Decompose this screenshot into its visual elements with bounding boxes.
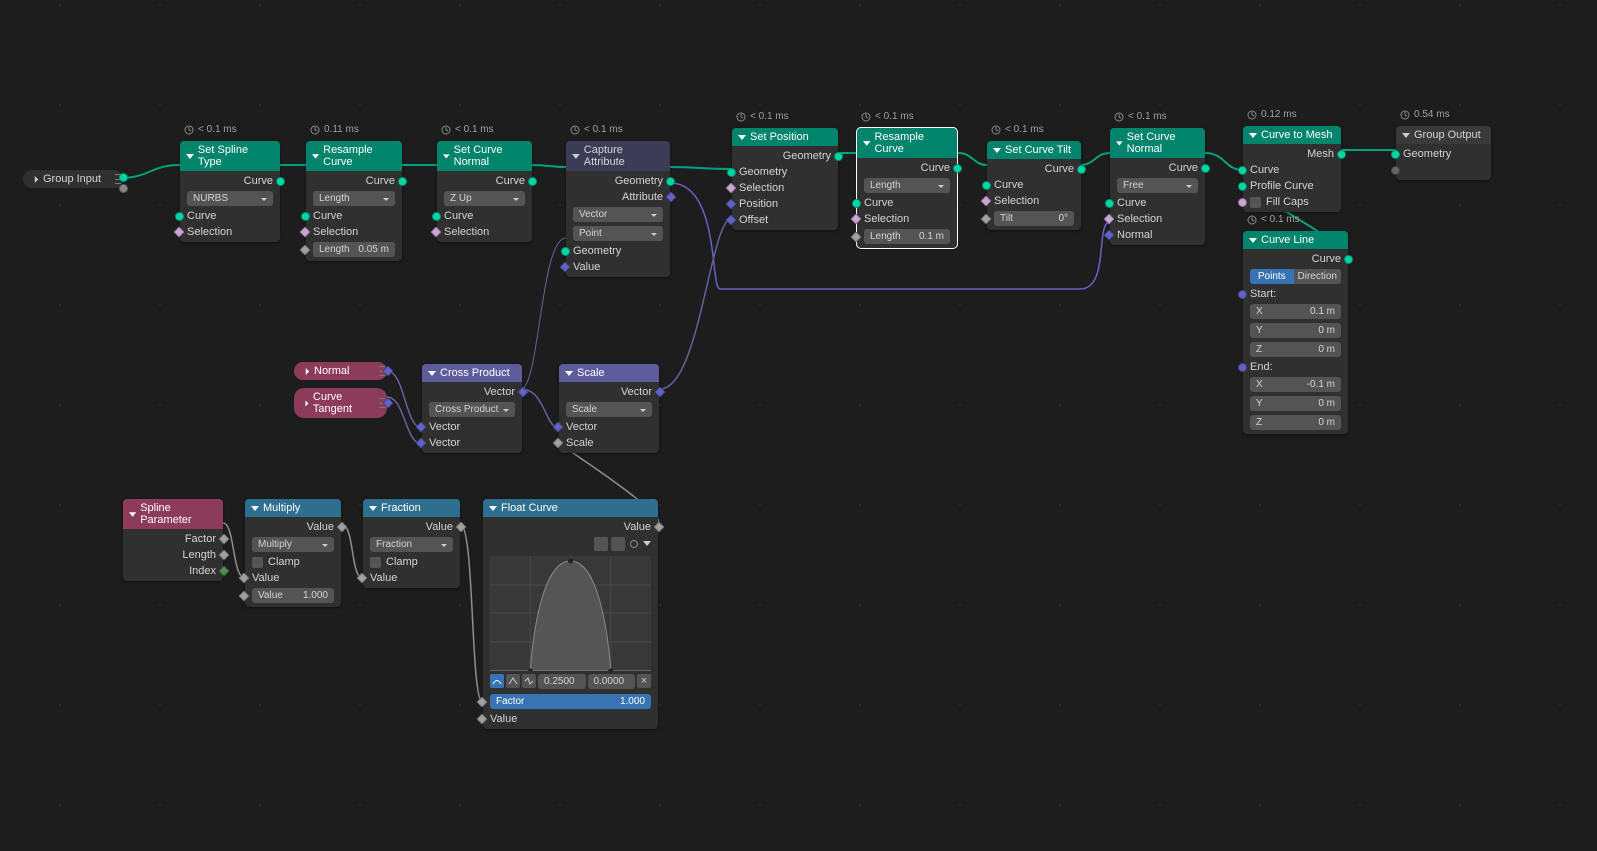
node-scale[interactable]: Scale Vector Scale Vector Scale	[559, 364, 659, 453]
mode-dropdown[interactable]: Length	[864, 178, 950, 193]
node-set-curve-normal-2[interactable]: < 0.1 ms Set Curve Normal Curve Free Cur…	[1110, 128, 1205, 245]
clamp-checkbox[interactable]	[252, 557, 263, 568]
node-fraction[interactable]: Fraction Value Fraction Clamp Value	[363, 499, 460, 588]
type-dropdown[interactable]: NURBS	[187, 191, 273, 206]
node-set-curve-tilt[interactable]: < 0.1 ms Set Curve Tilt Curve Curve Sele…	[987, 141, 1081, 230]
handle-vector-icon[interactable]	[506, 674, 520, 688]
timing: < 0.1 ms	[184, 124, 237, 135]
factor-field[interactable]: Factor1.000	[490, 694, 651, 709]
type-dropdown[interactable]: Vector	[573, 207, 663, 222]
node-set-position[interactable]: < 0.1 ms Set Position Geometry Geometry …	[732, 128, 838, 230]
op-dropdown[interactable]: Cross Product	[429, 402, 515, 417]
op-dropdown[interactable]: Multiply	[252, 537, 334, 552]
mode-dropdown[interactable]: Z Up	[444, 191, 525, 206]
domain-dropdown[interactable]: Point	[573, 226, 663, 241]
node-set-spline-type[interactable]: < 0.1 ms Set Spline Type Curve NURBS Cur…	[180, 141, 280, 242]
node-resample-curve-2[interactable]: < 0.1 ms Resample Curve Curve Length Cur…	[857, 128, 957, 248]
clip-icon[interactable]	[630, 540, 638, 548]
curve-editor[interactable]	[490, 556, 651, 671]
tilt-field[interactable]: Tilt0°	[994, 211, 1074, 226]
op-dropdown[interactable]: Scale	[566, 402, 652, 417]
length-field[interactable]: Length0.05 m	[313, 242, 395, 257]
value-field[interactable]: Value1.000	[252, 588, 334, 603]
node-curve-line[interactable]: < 0.1 ms Curve Line Curve PointsDirectio…	[1243, 231, 1348, 434]
node-set-curve-normal-1[interactable]: < 0.1 ms Set Curve Normal Curve Z Up Cur…	[437, 141, 532, 242]
node-group-input[interactable]: Group Input	[23, 170, 123, 188]
zoom-in-icon[interactable]	[594, 537, 608, 551]
node-multiply[interactable]: Multiply Value Multiply Clamp Value Valu…	[245, 499, 341, 607]
mode-dropdown[interactable]: Free	[1117, 178, 1198, 193]
fillcaps-checkbox[interactable]	[1250, 197, 1261, 208]
op-dropdown[interactable]: Fraction	[370, 537, 453, 552]
header[interactable]: Set Spline Type	[180, 141, 280, 171]
mode-dropdown[interactable]: Length	[313, 191, 395, 206]
mode-toggle[interactable]: PointsDirection	[1250, 269, 1341, 284]
handle-auto-icon[interactable]	[490, 674, 504, 688]
node-capture-attribute[interactable]: < 0.1 ms Capture Attribute Geometry Attr…	[566, 141, 670, 277]
handle-free-icon[interactable]	[522, 674, 536, 688]
node-curve-to-mesh[interactable]: 0.12 ms Curve to Mesh Mesh Curve Profile…	[1243, 126, 1341, 212]
length-field[interactable]: Length0.1 m	[864, 229, 950, 244]
node-curve-tangent[interactable]: Curve Tangent	[294, 388, 387, 418]
node-spline-parameter[interactable]: Spline Parameter Factor Length Index	[123, 499, 223, 581]
handle-y-field[interactable]: 0.0000	[588, 674, 636, 689]
delete-point-icon[interactable]: ×	[637, 674, 651, 688]
zoom-out-icon[interactable]	[611, 537, 625, 551]
label: Group Input	[43, 173, 101, 185]
node-float-curve[interactable]: Float Curve Value	[483, 499, 658, 729]
node-normal[interactable]: Normal	[294, 362, 387, 380]
chevron-down-icon[interactable]	[643, 538, 651, 550]
node-resample-curve-1[interactable]: 0.11 ms Resample Curve Curve Length Curv…	[306, 141, 402, 261]
node-cross-product[interactable]: Cross Product Vector Cross Product Vecto…	[422, 364, 522, 453]
node-group-output[interactable]: 0.54 ms Group Output Geometry	[1396, 126, 1491, 180]
handle-x-field[interactable]: 0.2500	[538, 674, 586, 689]
clamp-checkbox[interactable]	[370, 557, 381, 568]
